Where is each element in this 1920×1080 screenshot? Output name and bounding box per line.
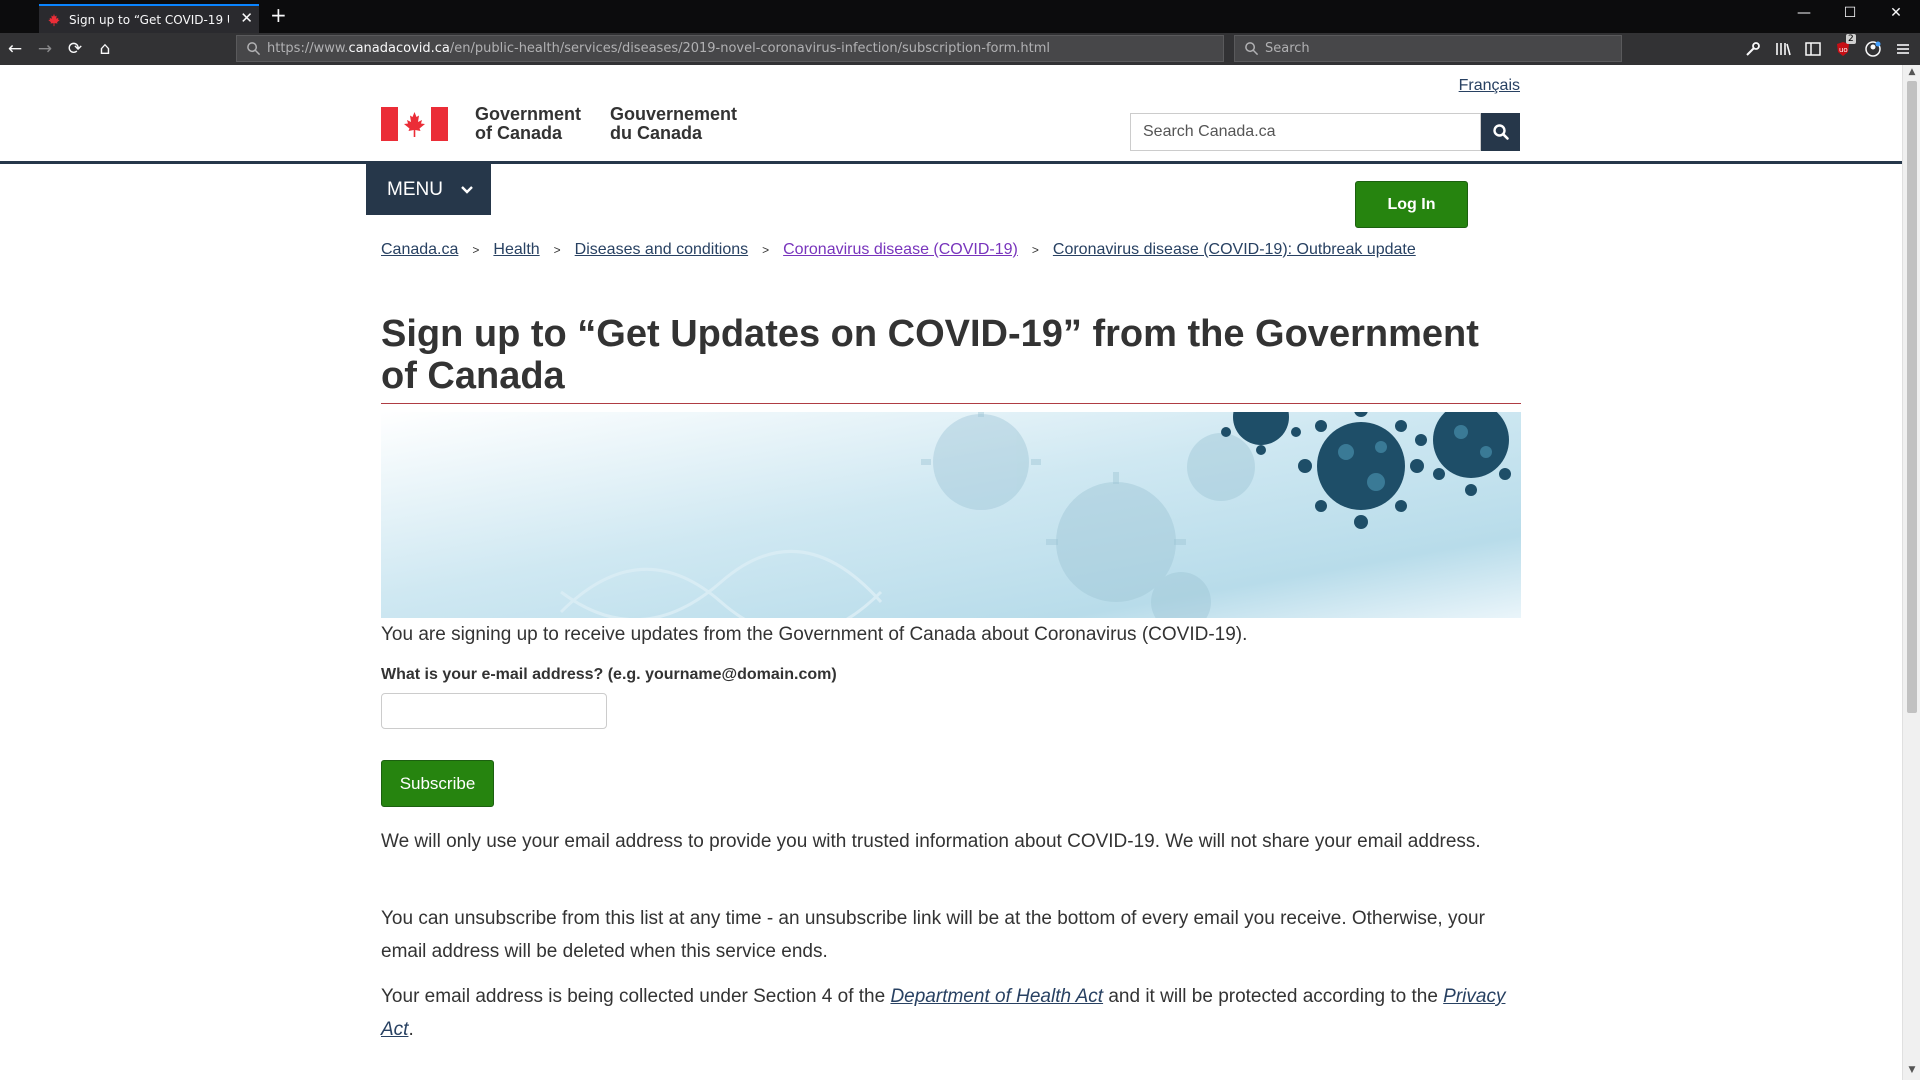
breadcrumb-link-covid[interactable]: Coronavirus disease (COVID-19) <box>783 241 1018 259</box>
browser-search-placeholder: Search <box>1265 41 1310 56</box>
account-icon[interactable] <box>1864 40 1882 58</box>
breadcrumb-separator: > <box>472 243 480 257</box>
breadcrumb-link-diseases[interactable]: Diseases and conditions <box>575 241 748 259</box>
site-search-input[interactable]: Search Canada.ca <box>1130 113 1481 151</box>
government-signature[interactable]: Government of Canada Gouvernement du Can… <box>381 105 750 143</box>
government-of-canada-wordmark: Government of Canada <box>475 104 582 143</box>
page-scrollbar[interactable]: ▲ ▼ <box>1902 65 1920 1080</box>
url-text: https://www.canadacovid.ca/en/public-hea… <box>267 41 1050 56</box>
breadcrumb-link-outbreak-update[interactable]: Coronavirus disease (COVID-19): Outbreak… <box>1053 241 1416 259</box>
site-search-button[interactable] <box>1481 113 1520 151</box>
breadcrumb-link-canada[interactable]: Canada.ca <box>381 241 458 259</box>
breadcrumb-separator: > <box>553 243 561 257</box>
minimize-window-icon[interactable]: — <box>1794 5 1814 21</box>
department-of-health-act-link[interactable]: Department of Health Act <box>890 986 1103 1007</box>
close-tab-icon[interactable]: ✕ <box>240 11 253 26</box>
reload-icon[interactable]: ⟳ <box>63 38 87 60</box>
maple-leaf-favicon-icon <box>48 13 60 26</box>
email-field-label: What is your e-mail address? (e.g. yourn… <box>381 666 837 683</box>
extension-badge-count: 2 <box>1846 34 1856 44</box>
breadcrumb: Canada.ca > Health > Diseases and condit… <box>381 241 1416 259</box>
privacy-paragraph-2: You can unsubscribe from this list at an… <box>381 908 1485 962</box>
wrench-icon[interactable] <box>1744 40 1762 58</box>
login-button[interactable]: Log In <box>1355 181 1468 228</box>
gouvernement-du-canada-wordmark: Gouvernement du Canada <box>610 104 738 143</box>
back-icon[interactable]: ← <box>3 38 27 60</box>
page-title: Sign up to “Get Updates on COVID-19” fro… <box>381 313 1479 397</box>
header-divider <box>0 161 1902 164</box>
browser-tab-bar: Sign up to “Get COVID-19 Upd ✕ + — ☐ ✕ <box>0 0 1920 33</box>
sidebar-toggle-icon[interactable] <box>1804 40 1822 58</box>
library-icon[interactable] <box>1774 40 1792 58</box>
maximize-window-icon[interactable]: ☐ <box>1840 5 1860 21</box>
search-icon <box>1245 42 1259 56</box>
forward-icon[interactable]: → <box>33 38 57 60</box>
site-search: Search Canada.ca <box>1130 113 1520 151</box>
browser-tab-active[interactable]: Sign up to “Get COVID-19 Upd ✕ <box>39 4 259 33</box>
scroll-up-icon[interactable]: ▲ <box>1907 67 1917 77</box>
search-icon <box>1492 124 1509 140</box>
breadcrumb-separator: > <box>762 243 770 257</box>
browser-search-bar[interactable]: Search <box>1234 35 1622 62</box>
scrollbar-thumb[interactable] <box>1907 81 1917 713</box>
privacy-paragraph-1: We will only use your email address to p… <box>381 831 1481 852</box>
language-toggle-link[interactable]: Français <box>1458 77 1520 95</box>
address-bar[interactable]: https://www.canadacovid.ca/en/public-hea… <box>236 35 1224 62</box>
title-underline <box>381 403 1521 404</box>
chevron-down-icon <box>461 186 473 194</box>
close-window-icon[interactable]: ✕ <box>1886 5 1906 21</box>
new-tab-icon[interactable]: + <box>270 5 287 25</box>
breadcrumb-separator: > <box>1031 243 1039 257</box>
svg-text:uo: uo <box>1839 46 1848 54</box>
subscribe-button[interactable]: Subscribe <box>381 760 494 807</box>
coronavirus-banner-image <box>381 412 1521 618</box>
intro-text: You are signing up to receive updates fr… <box>381 624 1248 645</box>
tab-title: Sign up to “Get COVID-19 Upd <box>69 12 229 27</box>
browser-toolbar: ← → ⟳ ⌂ https://www.canadacovid.ca/en/pu… <box>0 33 1920 65</box>
home-icon[interactable]: ⌂ <box>93 38 117 60</box>
breadcrumb-link-health[interactable]: Health <box>493 241 539 259</box>
email-field[interactable] <box>381 693 607 729</box>
canada-flag-icon <box>381 107 448 141</box>
search-icon <box>247 42 261 56</box>
page-viewport: Français Government of Canada Gouverneme… <box>0 65 1902 1080</box>
scroll-down-icon[interactable]: ▼ <box>1907 1065 1917 1075</box>
hamburger-menu-icon[interactable] <box>1894 40 1912 58</box>
menu-button[interactable]: MENU <box>366 164 491 215</box>
privacy-paragraph-3: Your email address is being collected un… <box>381 986 1506 1040</box>
